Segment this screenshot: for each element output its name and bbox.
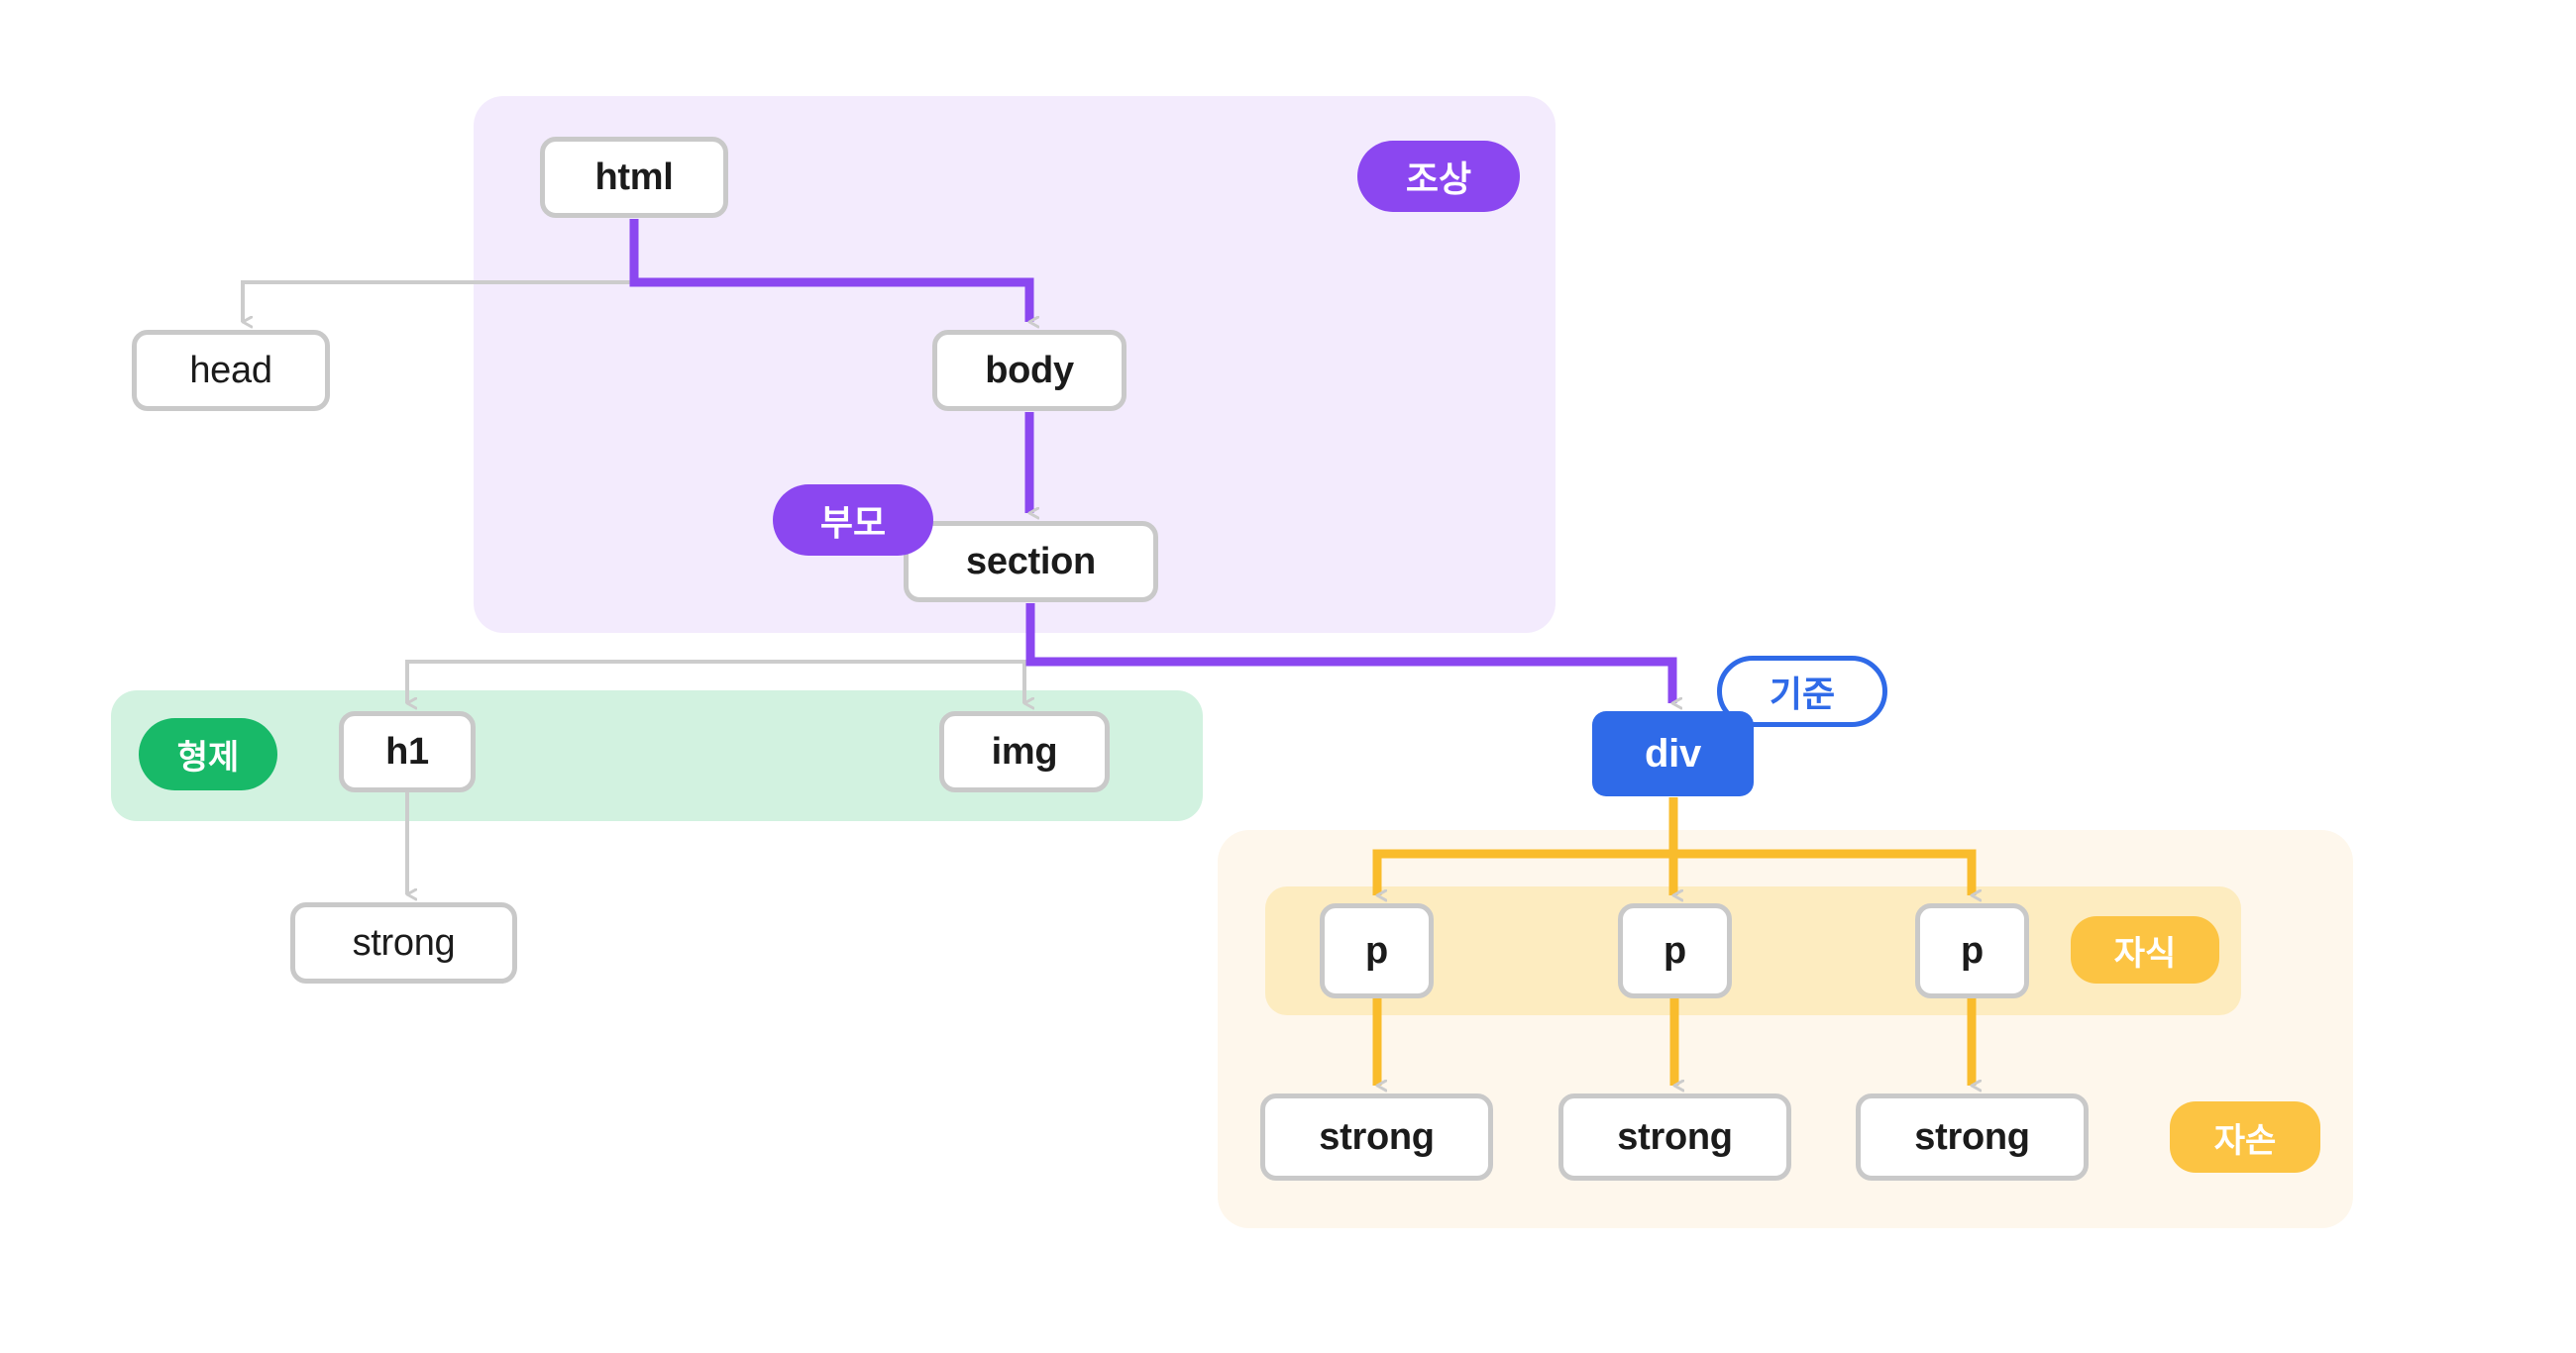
node-div[interactable]: div	[1592, 711, 1754, 796]
node-html[interactable]: html	[540, 137, 728, 218]
badge-sibling: 형제	[139, 718, 277, 790]
node-strong-3[interactable]: strong	[1856, 1093, 2089, 1181]
badge-ancestor: 조상	[1357, 141, 1520, 212]
badge-parent: 부모	[773, 484, 933, 556]
node-p-2[interactable]: p	[1618, 903, 1732, 998]
badge-child: 자식	[2071, 916, 2219, 984]
node-strong-2[interactable]: strong	[1558, 1093, 1791, 1181]
node-h1[interactable]: h1	[339, 711, 476, 792]
node-section[interactable]: section	[904, 521, 1158, 602]
node-img[interactable]: img	[939, 711, 1110, 792]
diagram-canvas: html head body section h1 img strong div…	[0, 0, 2576, 1353]
node-strong-1[interactable]: strong	[1260, 1093, 1493, 1181]
node-body[interactable]: body	[932, 330, 1127, 411]
node-p-1[interactable]: p	[1320, 903, 1434, 998]
node-strong-under-h1[interactable]: strong	[290, 902, 517, 984]
node-head[interactable]: head	[132, 330, 330, 411]
badge-descendant: 자손	[2170, 1101, 2320, 1173]
node-p-3[interactable]: p	[1915, 903, 2029, 998]
